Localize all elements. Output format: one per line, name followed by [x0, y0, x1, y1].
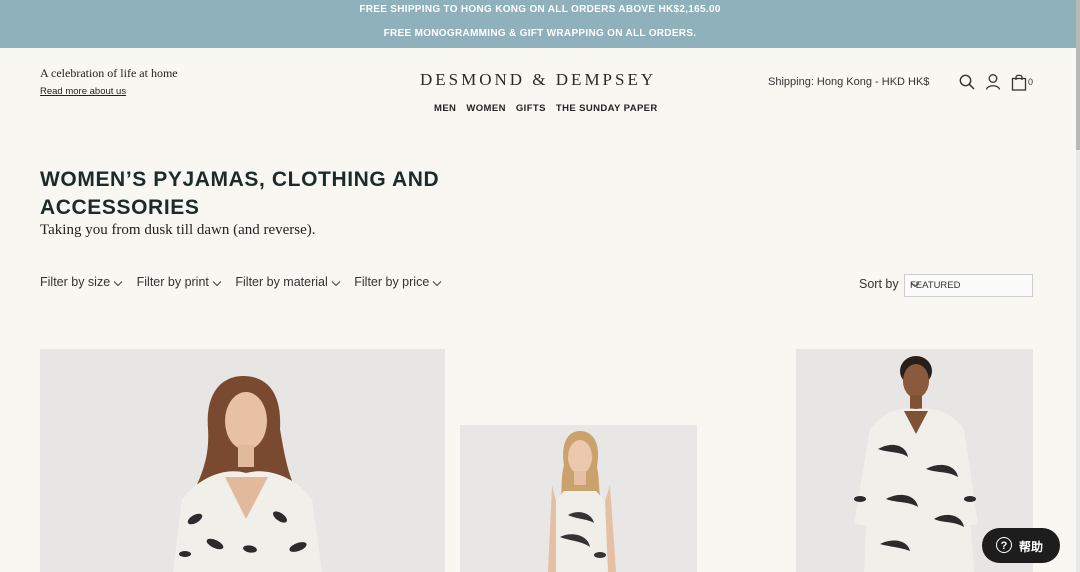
page-subtitle: Taking you from dusk till dawn (and reve… — [40, 222, 316, 238]
filter-bar: Filter by size Filter by print Filter by… — [40, 275, 452, 290]
filter-size-label: Filter by size — [40, 275, 111, 289]
filter-print[interactable]: Filter by print — [137, 275, 222, 290]
help-icon: ? — [996, 537, 1012, 553]
cart-count: 0 — [1028, 77, 1034, 87]
chevron-down-icon — [113, 276, 123, 290]
help-button[interactable]: ? 帮助 — [982, 528, 1060, 563]
promo-banner: FREE SHIPPING TO HONG KONG ON ALL ORDERS… — [0, 0, 1080, 48]
account-icon[interactable] — [984, 73, 1002, 91]
product-photo-model — [40, 349, 445, 572]
bag-icon[interactable] — [1010, 73, 1028, 91]
product-image[interactable] — [460, 425, 697, 572]
page-scrollbar[interactable] — [1076, 0, 1080, 572]
brand-tagline: A celebration of life at home — [40, 66, 178, 80]
read-more-link[interactable]: Read more about us — [40, 86, 126, 97]
nav-gifts[interactable]: GIFTS — [516, 103, 546, 114]
product-image[interactable] — [40, 349, 445, 572]
nav-sunday-paper[interactable]: THE SUNDAY PAPER — [556, 103, 658, 114]
nav-men[interactable]: MEN — [434, 103, 456, 114]
main-nav: MEN WOMEN GIFTS THE SUNDAY PAPER — [434, 103, 665, 114]
filter-material-label: Filter by material — [235, 275, 328, 289]
help-label: 帮助 — [1019, 540, 1044, 554]
product-photo-model — [460, 425, 697, 572]
promo-monogram-text: FREE MONOGRAMMING & GIFT WRAPPING ON ALL… — [383, 28, 697, 39]
chevron-down-icon — [910, 280, 1026, 291]
promo-shipping-text: FREE SHIPPING TO HONG KONG ON ALL ORDERS… — [359, 4, 721, 15]
nav-women[interactable]: WOMEN — [466, 103, 505, 114]
sort-label: Sort by — [859, 277, 899, 291]
filter-print-label: Filter by print — [136, 275, 209, 289]
sort-select[interactable]: FEATURED — [904, 274, 1033, 297]
filter-material[interactable]: Filter by material — [235, 275, 341, 290]
filter-price-label: Filter by price — [354, 275, 430, 289]
shipping-selector[interactable]: Shipping: Hong Kong - HKD HK$ — [768, 76, 929, 88]
chevron-down-icon — [212, 276, 222, 290]
brand-logo[interactable]: DESMOND & DEMPSEY — [420, 70, 656, 90]
chevron-down-icon — [331, 276, 341, 290]
scrollbar-thumb[interactable] — [1076, 0, 1080, 150]
filter-price[interactable]: Filter by price — [354, 275, 442, 290]
chevron-down-icon — [432, 276, 442, 290]
filter-size[interactable]: Filter by size — [40, 275, 123, 290]
page-title: WOMEN’S PYJAMAS, CLOTHING AND ACCESSORIE… — [40, 168, 440, 219]
search-icon[interactable] — [958, 73, 976, 91]
